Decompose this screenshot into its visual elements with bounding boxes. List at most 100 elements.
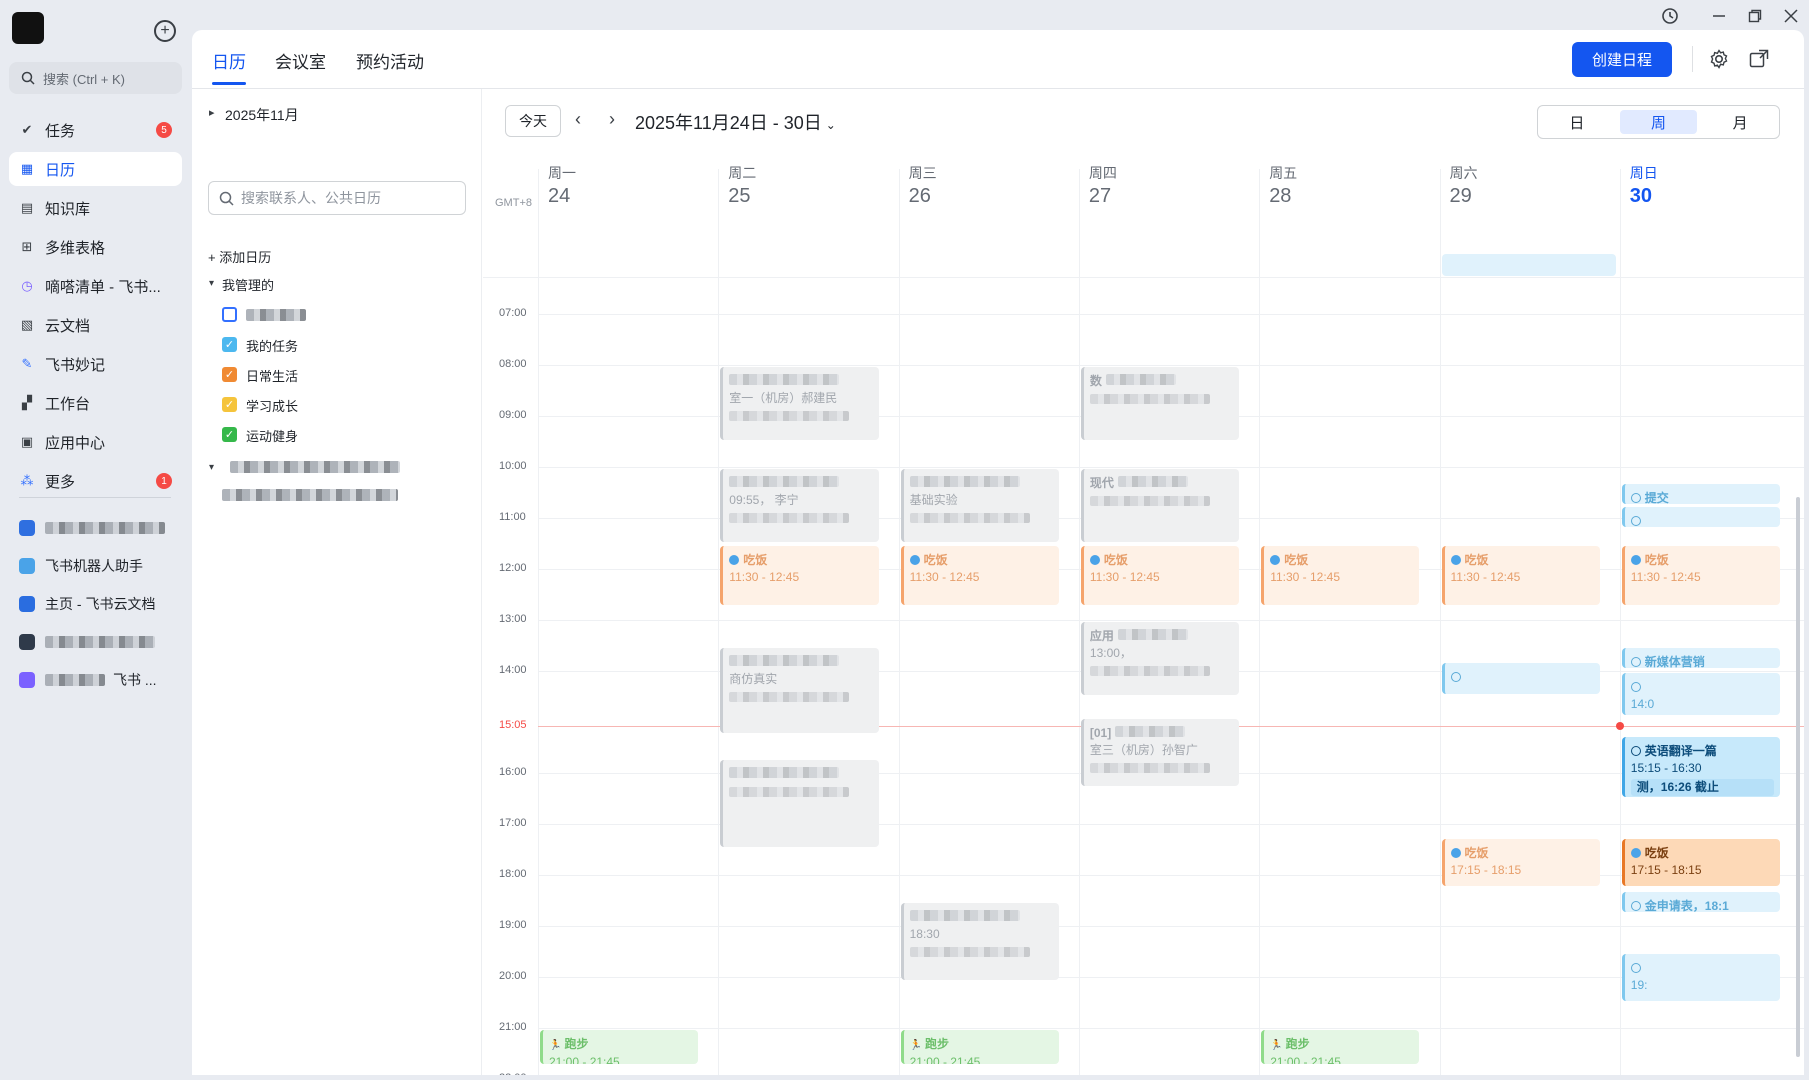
chevron-left-icon[interactable]: ‹	[575, 109, 581, 130]
day-header-weekday[interactable]: 周二	[728, 163, 756, 183]
calendar-event[interactable]: 金申请表，18:1	[1621, 892, 1781, 913]
calendar-event[interactable]: 基础实验	[900, 469, 1059, 542]
chevron-right-icon[interactable]: ›	[609, 109, 615, 130]
subscribed-calendar-item[interactable]	[222, 488, 398, 506]
calendar-checkbox[interactable]: ✓	[222, 427, 237, 442]
minimize-icon[interactable]	[1707, 4, 1731, 28]
pinned-item-2[interactable]: 主页 - 飞书云文档	[9, 587, 182, 621]
calendar-event[interactable]: 19:	[1621, 953, 1781, 1001]
calendar-event[interactable]: 吃饭 11:30 - 12:45	[1621, 545, 1781, 606]
nav-item-3[interactable]: ⊞ 多维表格	[9, 230, 182, 264]
day-header-date[interactable]: 30	[1630, 185, 1652, 208]
nav-item-5[interactable]: ▧ 云文档	[9, 308, 182, 342]
pinned-item-1[interactable]: 飞书机器人助手	[9, 549, 182, 583]
calendar-event[interactable]: 新媒体营销13:30 -	[1621, 647, 1781, 668]
calendar-event[interactable]: 10:45 - 11:15	[1621, 507, 1781, 528]
calendar-event[interactable]: 🏃 跑步 21:00 - 21:45	[900, 1030, 1059, 1065]
day-header-weekday[interactable]: 周四	[1089, 163, 1117, 183]
calendar-label[interactable]: 日常生活	[246, 366, 298, 385]
managed-calendars-header[interactable]: 我管理的	[222, 275, 274, 294]
day-header-date[interactable]: 28	[1269, 185, 1291, 208]
global-search[interactable]: 搜索 (Ctrl + K)	[9, 62, 182, 94]
create-event-button[interactable]: 创建日程	[1572, 42, 1672, 77]
date-range-title[interactable]: 2025年11月24日 - 30日 ⌄	[635, 109, 836, 135]
avatar[interactable]	[12, 12, 44, 44]
nav-item-8[interactable]: ▣ 应用中心	[9, 425, 182, 459]
today-button[interactable]: 今天	[505, 105, 561, 137]
calendar-event[interactable]: 09:55， 李宁	[720, 469, 879, 542]
calendar-event[interactable]: 商仿真实	[720, 647, 879, 733]
calendar-label[interactable]: 我的任务	[246, 336, 298, 355]
calendar-checkbox[interactable]: ✓	[222, 337, 237, 352]
day-header-date[interactable]: 29	[1450, 185, 1472, 208]
event-time: 11:30 - 12:45	[1089, 569, 1160, 584]
calendar-event[interactable]	[720, 759, 879, 848]
mini-month-title[interactable]: 2025年11月	[225, 105, 299, 125]
nav-item-4[interactable]: ◷ 嘀嗒清单 - 飞书...	[9, 269, 182, 303]
day-header-weekday[interactable]: 周五	[1269, 163, 1297, 183]
calendar-event[interactable]: 🏃 跑步 21:00 - 21:45	[1261, 1030, 1420, 1065]
contact-search-input[interactable]: 搜索联系人、公共日历	[208, 181, 466, 215]
calendar-event[interactable]: 吃饭 11:30 - 12:45	[720, 545, 879, 606]
tab-booking[interactable]: 预约活动	[356, 48, 424, 73]
day-header-weekday[interactable]: 周日	[1630, 163, 1658, 183]
calendar-event[interactable]: 提交	[1621, 484, 1781, 505]
pinned-item-0[interactable]	[9, 511, 182, 545]
caret-down-icon[interactable]: ▾	[209, 462, 214, 473]
time-label: 12:00	[499, 562, 527, 574]
history-icon[interactable]	[1658, 4, 1682, 28]
day-header-weekday[interactable]: 周一	[548, 163, 576, 183]
day-header-date[interactable]: 24	[548, 185, 570, 208]
tab-meeting-room[interactable]: 会议室	[275, 48, 326, 73]
day-header-date[interactable]: 26	[909, 185, 931, 208]
tab-calendar[interactable]: 日历	[212, 48, 246, 73]
calendar-event[interactable]	[1441, 662, 1600, 695]
calendar-event[interactable]: 英语翻译一篇 15:15 - 16:30 测，16:26 截止	[1621, 736, 1781, 797]
view-month[interactable]: 月	[1701, 106, 1779, 138]
calendar-checkbox[interactable]: ✓	[222, 397, 237, 412]
nav-item-0[interactable]: ✔ 任务 5	[9, 113, 182, 147]
nav-item-6[interactable]: ✎ 飞书妙记	[9, 347, 182, 381]
calendar-event[interactable]: 吃饭 11:30 - 12:45	[1080, 545, 1240, 606]
calendar-event[interactable]: 14:0	[1621, 673, 1781, 715]
calendar-event[interactable]: 室一（机房）郝建民	[720, 367, 879, 440]
calendar-event[interactable]: 吃饭 17:15 - 18:15	[1621, 838, 1781, 886]
view-week[interactable]: 周	[1619, 110, 1698, 134]
calendar-event[interactable]: 18:30	[900, 902, 1059, 981]
nav-item-7[interactable]: ▞ 工作台	[9, 386, 182, 420]
new-window-icon[interactable]	[1749, 49, 1769, 74]
calendar-checkbox[interactable]: ✓	[222, 367, 237, 382]
pinned-item-4[interactable]: 飞书 ...	[9, 663, 182, 697]
add-calendar-button[interactable]: + 添加日历	[208, 247, 271, 266]
calendar-event[interactable]: 吃饭 11:30 - 12:45	[1261, 545, 1420, 606]
caret-right-icon[interactable]: ▸	[209, 106, 215, 119]
calendar-label[interactable]: 学习成长	[246, 396, 298, 415]
calendar-event[interactable]: [01] 室三（机房）孙智广	[1080, 718, 1240, 787]
day-header-date[interactable]: 27	[1089, 185, 1111, 208]
calendar-checkbox[interactable]	[222, 307, 237, 322]
calendar-event[interactable]: 数	[1080, 367, 1240, 440]
day-header-weekday[interactable]: 周三	[909, 163, 937, 183]
day-header-date[interactable]: 25	[728, 185, 750, 208]
subscribed-calendars-header[interactable]	[230, 460, 400, 478]
day-header-weekday[interactable]: 周六	[1450, 163, 1478, 183]
calendar-event[interactable]: 吃饭 17:15 - 18:15	[1441, 838, 1600, 886]
calendar-event[interactable]: 应用 13:00，	[1080, 622, 1240, 695]
nav-item-1[interactable]: ▦ 日历	[9, 152, 182, 186]
nav-item-2[interactable]: ▤ 知识库	[9, 191, 182, 225]
calendar-event[interactable]: 吃饭 11:30 - 12:45	[900, 545, 1059, 606]
gear-icon[interactable]	[1708, 48, 1730, 75]
calendar-event[interactable]: 🏃 跑步 21:00 - 21:45	[540, 1030, 699, 1065]
pinned-item-3[interactable]	[9, 625, 182, 659]
restore-icon[interactable]	[1743, 4, 1767, 28]
calendar-event[interactable]: 现代	[1080, 469, 1240, 542]
caret-down-icon[interactable]: ▾	[209, 278, 214, 289]
scrollbar[interactable]	[1796, 497, 1800, 1057]
calendar-label[interactable]: 运动健身	[246, 426, 298, 445]
allday-event[interactable]	[1441, 254, 1616, 276]
calendar-event[interactable]: 吃饭 11:30 - 12:45	[1441, 545, 1600, 606]
add-icon[interactable]: +	[154, 20, 176, 42]
close-icon[interactable]	[1779, 4, 1803, 28]
nav-item-9[interactable]: ⁂ 更多 1	[9, 464, 182, 498]
view-day[interactable]: 日	[1538, 106, 1616, 138]
